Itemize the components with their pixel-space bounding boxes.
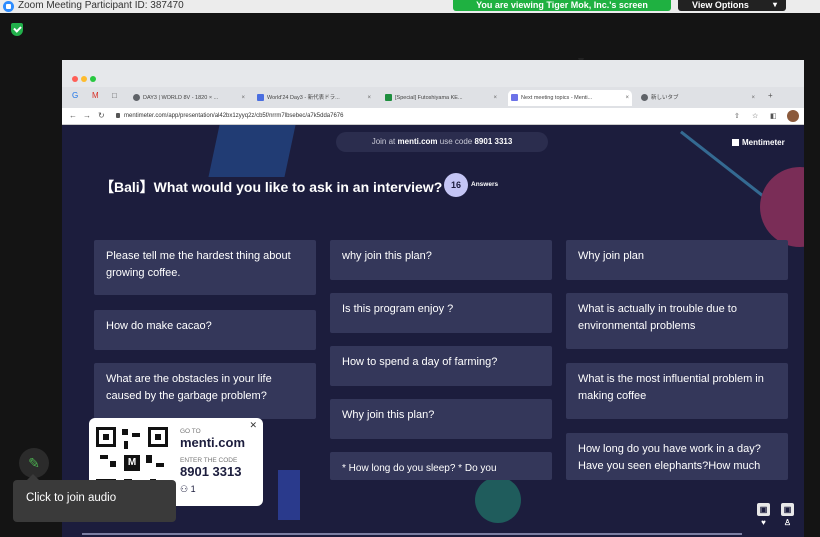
goto-url: menti.com: [180, 435, 246, 450]
back-icon[interactable]: ←: [69, 110, 77, 122]
slide-title: 【Bali】What would you like to ask in an i…: [100, 179, 443, 195]
bookmark-icon[interactable]: □: [112, 90, 117, 102]
answer-card: Is this program enjoy ?: [330, 293, 552, 333]
mentimeter-logo-icon: M: [124, 455, 140, 471]
pencil-icon: ✎: [28, 455, 40, 471]
answer-card: How long do you have work in a day? Have…: [566, 433, 788, 480]
user-icon: ⚇: [180, 484, 189, 494]
answer-card: How to spend a day of farming?: [330, 346, 552, 386]
enter-code-caption: ENTER THE CODE: [180, 457, 238, 464]
tab-close-icon[interactable]: ×: [625, 90, 629, 106]
qr-module: [100, 455, 108, 459]
answer-card: What is actually in trouble due to envir…: [566, 293, 788, 349]
tab-close-icon[interactable]: ×: [751, 90, 755, 106]
person-icon[interactable]: ♙: [781, 516, 794, 529]
browser-tab[interactable]: DAY3 | WORLD 8V - 1820 × ... ×: [130, 90, 248, 106]
lock-icon: [116, 113, 120, 118]
answer-card: How do make cacao?: [94, 310, 316, 350]
answers-label: Answers: [471, 181, 499, 188]
screen-share-banner: You are viewing Tiger Mok, Inc.'s screen: [453, 0, 671, 11]
answer-card: What are the obstacles in your life caus…: [94, 363, 316, 419]
browser-address-bar: ← → ↻ mentimeter.com/app/presentation/al…: [62, 108, 804, 125]
answer-card: What is the most influential problem in …: [566, 363, 788, 419]
mentimeter-logo: Mentimeter: [732, 138, 785, 147]
doc-icon: [257, 94, 264, 101]
answer-card: * How long do you sleep? * Do you: [330, 452, 552, 480]
qr-finder: [148, 427, 168, 447]
maximize-window-icon[interactable]: [90, 76, 96, 82]
answer-card: Please tell me the hardest thing about g…: [94, 240, 316, 295]
avatar[interactable]: [787, 110, 799, 122]
view-options-button[interactable]: View Options ▾: [678, 0, 786, 11]
join-code: 8901 3313: [180, 464, 242, 479]
encryption-shield-icon[interactable]: [11, 23, 23, 36]
extensions-icon[interactable]: ◧: [770, 111, 777, 122]
close-window-icon[interactable]: [72, 76, 78, 82]
answer-card: Why join this plan?: [330, 399, 552, 439]
join-instructions: Join at menti.com use code 8901 3313: [336, 132, 548, 152]
answer-card: why join this plan?: [330, 240, 552, 280]
mentimeter-logo-icon: [732, 139, 739, 146]
tab-close-icon[interactable]: ×: [241, 90, 245, 106]
globe-icon: [133, 94, 140, 101]
reaction-icon[interactable]: ▣: [757, 503, 770, 516]
browser-tab[interactable]: [Special] Futoshiyama KE... ×: [382, 90, 500, 106]
qr-module: [124, 441, 128, 449]
browser-title-bar: [62, 60, 804, 87]
qr-module: [156, 463, 164, 467]
browser-tab[interactable]: 新しいタブ ×: [638, 90, 758, 106]
tab-close-icon[interactable]: ×: [493, 90, 497, 106]
decorative-circle: [475, 477, 521, 523]
answers-count-badge: 16: [444, 173, 468, 197]
zoom-meeting-window: Zoom Meeting Participant ID: 387470 You …: [0, 0, 820, 537]
window-title: Zoom Meeting Participant ID: 387470: [18, 0, 184, 11]
url-field[interactable]: mentimeter.com/app/presentation/al42bx1z…: [124, 111, 343, 122]
share-icon[interactable]: ⇧: [734, 111, 740, 122]
qr-module: [132, 433, 140, 437]
view-options-label: View Options: [692, 0, 749, 10]
qr-module: [122, 429, 128, 435]
qr-finder: [96, 427, 116, 447]
tab-close-icon[interactable]: ×: [367, 90, 371, 106]
join-audio-tooltip[interactable]: Click to join audio: [13, 474, 176, 522]
heart-icon[interactable]: ♥: [757, 516, 770, 529]
settings-icon[interactable]: ▣: [781, 503, 794, 516]
decorative-circle: [760, 167, 804, 247]
star-icon[interactable]: ☆: [752, 111, 758, 122]
chevron-down-icon: ▾: [772, 0, 777, 9]
answer-card: Why join plan: [566, 240, 788, 280]
participant-count: ⚇ 1: [180, 484, 196, 494]
forward-icon[interactable]: →: [83, 110, 91, 122]
goto-caption: GO TO: [180, 428, 201, 435]
globe-icon: [641, 94, 648, 101]
new-tab-icon[interactable]: +: [768, 90, 773, 102]
minimize-window-icon[interactable]: [81, 76, 87, 82]
browser-tab-strip: G M □ DAY3 | WORLD 8V - 1820 × ... × Wor…: [62, 87, 804, 108]
join-audio-label: Click to join audio: [26, 492, 117, 504]
qr-module: [110, 461, 116, 467]
slide-progress-line: [82, 533, 742, 535]
zoom-title-bar: Zoom Meeting Participant ID: 387470 You …: [0, 0, 820, 13]
close-icon[interactable]: ✕: [249, 420, 257, 431]
browser-tab[interactable]: World'24 Day3 - 新代表ドラ... ×: [254, 90, 374, 106]
decorative-bar: [278, 470, 300, 520]
sheet-icon: [385, 94, 392, 101]
chart-icon: [511, 94, 518, 101]
google-icon[interactable]: G: [72, 90, 78, 102]
qr-module: [146, 455, 152, 463]
reload-icon[interactable]: ↻: [98, 110, 105, 122]
zoom-logo-icon: [3, 1, 14, 12]
gmail-icon[interactable]: M: [92, 90, 99, 102]
decorative-shape: [208, 125, 296, 177]
browser-tab-active[interactable]: Next meeting topics - Menti... ×: [508, 90, 632, 106]
